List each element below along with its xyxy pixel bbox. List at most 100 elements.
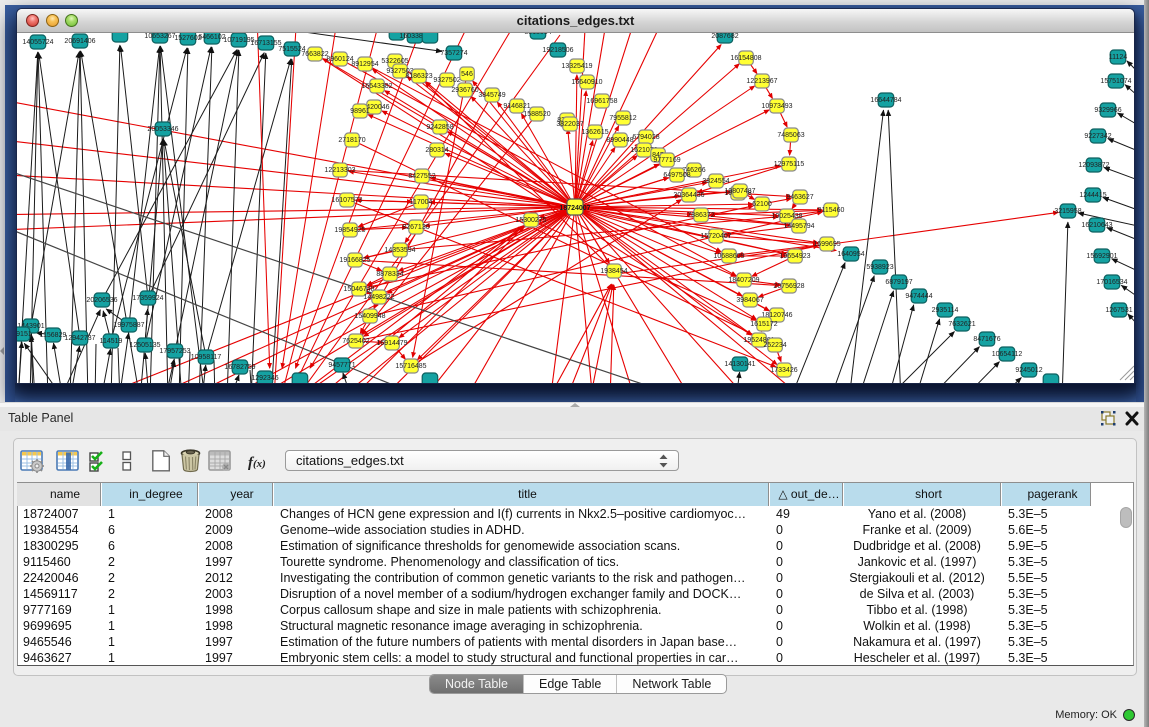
svg-text:19654923: 19654923 <box>779 253 810 260</box>
svg-text:19166825: 19166825 <box>339 257 370 264</box>
svg-text:7625402: 7625402 <box>342 338 369 345</box>
svg-text:17359924: 17359924 <box>132 295 163 302</box>
svg-text:1733426: 1733426 <box>770 367 797 374</box>
svg-text:9329966: 9329966 <box>1094 107 1121 114</box>
svg-text:14353594: 14353594 <box>384 247 415 254</box>
svg-text:1244415: 1244415 <box>1079 192 1106 199</box>
svg-text:14130141: 14130141 <box>724 361 755 368</box>
svg-text:9245012: 9245012 <box>1015 367 1042 374</box>
svg-text:6466102: 6466102 <box>198 34 225 41</box>
svg-text:16543382: 16543382 <box>361 83 392 90</box>
svg-text:1640954: 1640954 <box>837 251 864 258</box>
svg-text:12213967: 12213967 <box>746 78 777 85</box>
svg-text:7485063: 7485063 <box>777 132 804 139</box>
svg-text:9474444: 9474444 <box>905 293 932 300</box>
svg-text:546: 546 <box>461 71 473 78</box>
svg-text:7955812: 7955812 <box>609 115 636 122</box>
svg-text:19854925: 19854925 <box>334 227 365 234</box>
svg-text:6497508: 6497508 <box>663 172 690 179</box>
svg-text:15716485: 15716485 <box>395 363 426 370</box>
svg-text:16154808: 16154808 <box>730 55 761 62</box>
svg-text:1615172: 1615172 <box>750 321 777 328</box>
svg-text:1699695: 1699695 <box>813 241 840 248</box>
svg-text:16107573: 16107573 <box>331 197 362 204</box>
svg-text:15409948: 15409948 <box>354 313 385 320</box>
svg-text:8471676: 8471676 <box>973 336 1000 343</box>
svg-text:114519: 114519 <box>100 338 123 345</box>
svg-text:98961: 98961 <box>350 108 370 115</box>
svg-text:9463627: 9463627 <box>786 194 813 201</box>
svg-text:8878334: 8878334 <box>376 271 403 278</box>
svg-text:6879197: 6879197 <box>885 279 912 286</box>
svg-text:12975115: 12975115 <box>774 161 805 168</box>
svg-text:1267531: 1267531 <box>1105 307 1132 314</box>
svg-text:16782759: 16782759 <box>224 364 255 371</box>
svg-text:62100: 62100 <box>752 201 772 208</box>
svg-text:12093872: 12093872 <box>1078 162 1109 169</box>
svg-text:3215958: 3215958 <box>1054 208 1081 215</box>
svg-text:20053346: 20053346 <box>147 126 178 133</box>
svg-text:9327502: 9327502 <box>433 77 460 84</box>
svg-text:8990448: 8990448 <box>606 137 633 144</box>
svg-text:11124: 11124 <box>1109 54 1128 61</box>
svg-text:20206536: 20206536 <box>86 297 117 304</box>
svg-text:f(x): f(x) <box>248 455 266 471</box>
svg-text:9242858: 9242858 <box>426 124 453 131</box>
svg-text:9227342: 9227342 <box>1084 133 1111 140</box>
svg-text:1588520: 1588520 <box>523 111 550 118</box>
svg-text:7663822: 7663822 <box>301 51 328 58</box>
svg-text:6794028: 6794028 <box>632 134 659 141</box>
svg-text:39151: 39151 <box>17 331 32 338</box>
svg-text:16640910: 16640910 <box>571 79 602 86</box>
svg-text:15692901: 15692901 <box>1086 253 1117 260</box>
svg-text:10688609: 10688609 <box>713 253 744 260</box>
svg-text:3824554: 3824554 <box>702 178 729 185</box>
svg-text:19975887: 19975887 <box>113 322 144 329</box>
svg-text:10973493: 10973493 <box>761 103 792 110</box>
svg-text:14498222: 14498222 <box>363 294 394 301</box>
svg-text:14055724: 14055724 <box>22 39 53 46</box>
svg-text:10958117: 10958117 <box>191 354 222 361</box>
svg-text:10654112: 10654112 <box>992 351 1023 358</box>
svg-text:16210643: 16210643 <box>1081 222 1112 229</box>
svg-text:12213303: 12213303 <box>324 167 355 174</box>
svg-text:16713155: 16713155 <box>250 40 281 47</box>
svg-text:12505135: 12505135 <box>129 342 160 349</box>
svg-text:1362615: 1362615 <box>581 129 608 136</box>
svg-text:117004: 117004 <box>410 199 433 206</box>
svg-text:3822037: 3822037 <box>556 121 583 128</box>
svg-text:2936760: 2936760 <box>451 87 478 94</box>
svg-text:8960124: 8960124 <box>326 56 353 63</box>
svg-text:10807487: 10807487 <box>724 188 755 195</box>
svg-text:252234: 252234 <box>763 342 786 349</box>
svg-text:9457771: 9457771 <box>328 362 355 369</box>
svg-text:7357274: 7357274 <box>440 50 467 57</box>
svg-text:17957253: 17957253 <box>159 348 190 355</box>
svg-text:19218506: 19218506 <box>542 47 573 54</box>
svg-text:14495794: 14495794 <box>783 223 814 230</box>
svg-text:20691406: 20691406 <box>64 38 95 45</box>
svg-text:15046748: 15046748 <box>343 286 374 293</box>
svg-text:9115460: 9115460 <box>818 207 845 214</box>
svg-text:2935114: 2935114 <box>932 307 959 314</box>
svg-text:1938454: 1938454 <box>600 268 627 275</box>
svg-text:8427552: 8427552 <box>408 173 435 180</box>
svg-text:12942737: 12942737 <box>64 335 95 342</box>
svg-text:8813054: 8813054 <box>524 33 551 36</box>
svg-text:8267130: 8267130 <box>402 224 429 231</box>
svg-text:18407209: 18407209 <box>728 277 759 284</box>
svg-text:9146821: 9146821 <box>503 103 530 110</box>
svg-text:13325419: 13325419 <box>561 63 592 70</box>
svg-text:15720407: 15720407 <box>700 233 731 240</box>
svg-text:280314: 280314 <box>425 147 448 154</box>
svg-text:5938923: 5938923 <box>866 264 893 271</box>
svg-text:1292346: 1292346 <box>251 375 278 382</box>
svg-text:16914479: 16914479 <box>376 340 407 347</box>
svg-text:1156829: 1156829 <box>40 332 67 339</box>
svg-text:9777169: 9777169 <box>653 157 680 164</box>
svg-text:3984067: 3984067 <box>736 297 763 304</box>
svg-text:16961758: 16961758 <box>586 98 617 105</box>
svg-text:3845749: 3845749 <box>478 92 505 99</box>
svg-text:15300275: 15300275 <box>515 217 546 224</box>
svg-text:15751074: 15751074 <box>1100 78 1131 85</box>
